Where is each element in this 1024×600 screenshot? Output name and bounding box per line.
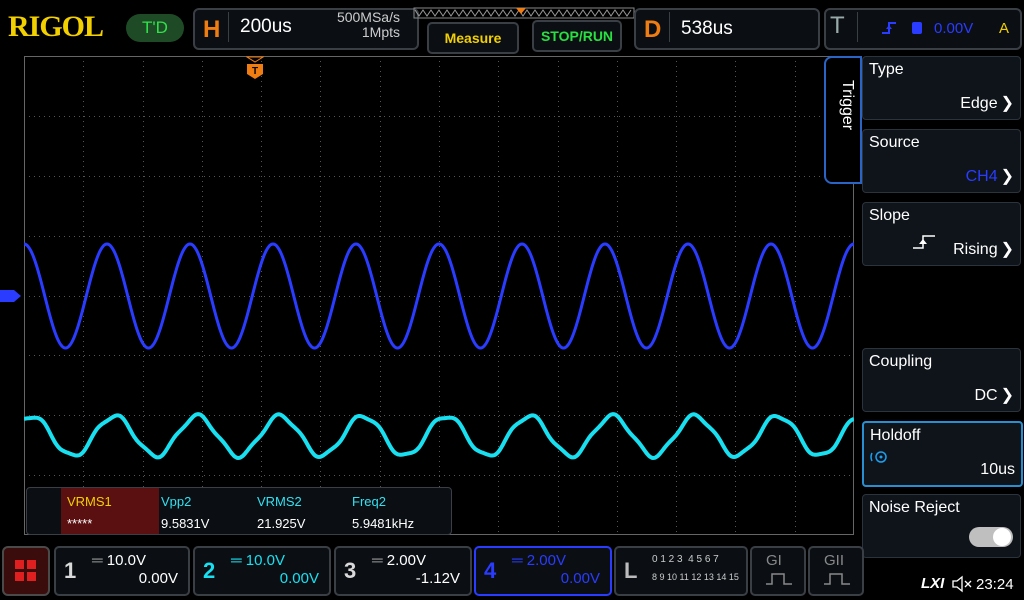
trigger-coupling-label: Coupling [869, 353, 933, 370]
grid-menu-icon [15, 560, 36, 581]
toggle-knob [993, 528, 1011, 546]
trigger-slope-label: Slope [869, 207, 910, 224]
measurement-value: 5.9481kHz [352, 516, 415, 531]
noise-reject-label: Noise Reject [869, 499, 960, 516]
trigger-holdoff-item[interactable]: Holdoff 10us [862, 421, 1023, 487]
trigger-type-item[interactable]: Type Edge ❯ [862, 56, 1021, 120]
channel-offset: -1.12V [415, 570, 460, 587]
horizontal-letter: H [203, 16, 221, 43]
logic-analyzer-box[interactable]: L 0 1 2 3 4 5 6 7 8 9 10 11 12 13 14 15 [614, 546, 748, 596]
channel-4-box[interactable]: 4 ═ 2.00V 0.00V [474, 546, 612, 596]
trigger-menu-title: Trigger [839, 80, 856, 131]
graticule [24, 56, 854, 535]
logic-letter: L [624, 558, 638, 583]
dc-coupling-icon: ═ [512, 552, 527, 569]
trigger-type-label: Type [869, 61, 904, 78]
channel-number: 1 [64, 558, 77, 583]
trigger-source-label: Source [869, 134, 920, 151]
logic-channels-row1: 0 1 2 3 4 5 6 7 [652, 554, 719, 565]
channel-offset: 0.00V [138, 570, 178, 587]
trigger-source-item[interactable]: Source CH4 ❯ [862, 129, 1021, 193]
menu-button[interactable] [2, 546, 50, 596]
measurement-name: VRMS1 [67, 494, 112, 509]
trigger-slope-value: Rising ❯ [953, 241, 1014, 258]
rising-edge-icon [882, 22, 922, 34]
memory-depth: 1Mpts [361, 24, 400, 40]
delay-value: 538us [681, 18, 733, 39]
clock-time: 23:24 [976, 576, 1014, 593]
graticule-border [24, 56, 854, 535]
measure-button[interactable]: Measure [427, 22, 519, 54]
trigger-holdoff-value: 10us [980, 461, 1015, 478]
chevron-right-icon: ❯ [1000, 387, 1014, 404]
dc-coupling-icon: ═ [92, 552, 107, 569]
generator-2-label: GII [824, 552, 845, 569]
channel-number: 3 [344, 558, 357, 583]
rigol-logo: RIGOL [8, 10, 104, 43]
dc-coupling-icon: ═ [372, 552, 387, 569]
channel-offset: 0.00V [560, 570, 600, 587]
channel-number: 2 [203, 558, 216, 583]
speaker-muted-icon[interactable] [951, 575, 973, 593]
logic-channels-row2: 8 9 10 11 12 13 14 15 [652, 572, 739, 582]
mode-badge[interactable]: T'D [126, 14, 184, 42]
chevron-right-icon: ❯ [1000, 168, 1014, 185]
channel-scale: ═ 2.00V [512, 552, 566, 569]
timebase-value: 200us [240, 16, 292, 37]
square-wave-icon [766, 573, 792, 585]
trigger-slope-item[interactable]: Slope Rising ❯ [862, 202, 1021, 266]
channel-scale: ═ 2.00V [372, 552, 426, 569]
channel-1-box[interactable]: 1 ═ 10.0V 0.00V [54, 546, 190, 596]
channel-offset: 0.00V [279, 570, 319, 587]
sample-rate-text: 500MSa/s [336, 9, 400, 25]
measurement-value: ***** [67, 516, 93, 531]
measurement-value: 21.925V [257, 516, 306, 531]
measurement-value: 9.5831V [161, 516, 210, 531]
sample-rate: 500MSa/s 1Mpts [300, 10, 400, 40]
multipurpose-knob-icon [870, 451, 887, 463]
generator-1-button[interactable]: GI [750, 546, 806, 596]
channel-scale: ═ 10.0V [92, 552, 146, 569]
dc-coupling-icon: ═ [231, 552, 246, 569]
measurement-name: Freq2 [352, 494, 386, 509]
trigger-coupling-item[interactable]: Coupling DC ❯ [862, 348, 1021, 412]
trigger-letter: T [830, 12, 845, 39]
divider [669, 12, 670, 42]
noise-reject-item[interactable]: Noise Reject [862, 494, 1021, 558]
svg-text:T: T [252, 66, 258, 77]
stop-run-button[interactable]: STOP/RUN [532, 20, 622, 52]
trigger-mode: A [999, 20, 1010, 37]
trigger-level: 0.00V [934, 20, 974, 37]
channel-2-box[interactable]: 2 ═ 10.0V 0.00V [193, 546, 331, 596]
channel-3-box[interactable]: 3 ═ 2.00V -1.12V [334, 546, 472, 596]
ch4-offset-marker[interactable] [0, 289, 22, 303]
trigger-type-value: Edge ❯ [960, 95, 1014, 112]
trigger-holdoff-label: Holdoff [870, 427, 921, 444]
noise-reject-toggle[interactable] [969, 527, 1013, 547]
generator-1-label: GI [766, 552, 782, 569]
channel-number: 4 [484, 558, 497, 583]
rising-slope-icon [913, 235, 935, 249]
waveform-position-indicator [413, 7, 635, 19]
trigger-coupling-value: DC ❯ [974, 387, 1014, 404]
measurement-name: Vpp2 [161, 494, 192, 509]
divider [228, 12, 229, 42]
measurement-results[interactable]: VRMS1 ***** Vpp2 9.5831V VRMS2 21.925V F… [26, 487, 452, 535]
trigger-source-value: CH4 ❯ [965, 168, 1014, 185]
square-wave-icon [824, 573, 850, 585]
divider [857, 12, 858, 42]
channel-scale: ═ 10.0V [231, 552, 285, 569]
waveform-display[interactable] [24, 56, 854, 535]
lxi-logo: LXI [921, 575, 945, 592]
delay-letter: D [644, 16, 662, 43]
chevron-right-icon: ❯ [1000, 241, 1014, 258]
chevron-right-icon: ❯ [1000, 95, 1014, 112]
generator-2-button[interactable]: GII [808, 546, 864, 596]
trigger-position-marker[interactable]: T [246, 56, 264, 80]
measurement-name: VRMS2 [257, 494, 302, 509]
